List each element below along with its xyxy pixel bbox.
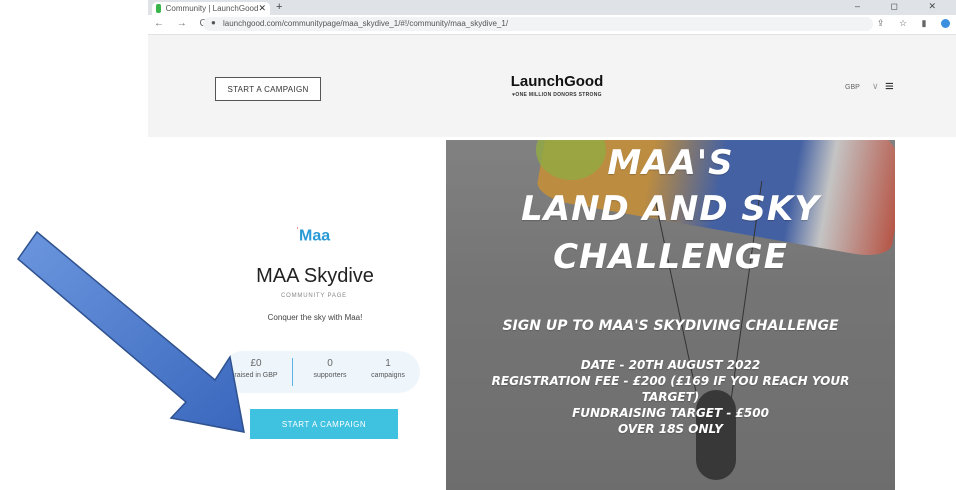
hero-line-1: MAA'S (607, 143, 734, 183)
browser-tab[interactable]: Community | LaunchGood ✕ (152, 2, 270, 15)
hero-fee-line-2: TARGET) (641, 390, 700, 404)
community-description: Conquer the sky with Maa! (267, 313, 363, 322)
stats-divider (292, 358, 293, 386)
profile-icon[interactable] (941, 19, 950, 29)
community-subtitle: COMMUNITY PAGE (281, 293, 347, 299)
tab-bar: Community | LaunchGood ✕ + – ◻ ✕ (148, 0, 956, 15)
stat-supporters-label: supporters (313, 372, 347, 379)
stat-supporters: 0 supporters (302, 358, 358, 379)
address-bar[interactable]: ● launchgood.com/communitypage/maa_skydi… (203, 17, 873, 31)
close-tab-icon[interactable]: ✕ (258, 3, 266, 14)
hero-line-2: LAND AND SKY (521, 189, 820, 229)
stat-supporters-value: 0 (327, 358, 333, 369)
stats-panel: £0 raised in GBP 0 supporters 1 campaign… (222, 351, 420, 393)
currency-selector[interactable]: GBP (845, 84, 860, 91)
hero-line-3: CHALLENGE (553, 237, 788, 277)
favicon-icon (156, 4, 161, 13)
window-controls[interactable]: – ◻ ✕ (855, 1, 950, 12)
browser-toolbar[interactable]: ⇪ ☆ ▮ (877, 18, 950, 29)
hero-target: FUNDRAISING TARGET - £500 (572, 406, 769, 420)
hero-date: DATE - 20TH AUGUST 2022 (580, 358, 761, 372)
chevron-down-icon[interactable]: ∨ (872, 81, 879, 92)
hero-banner-image: MAA'S LAND AND SKY CHALLENGE SIGN UP TO … (446, 140, 895, 490)
address-bar-row: ← → C ● launchgood.com/communitypage/maa… (148, 15, 956, 35)
tab-title: Community | LaunchGood (165, 4, 259, 13)
stat-campaigns-label: campaigns (371, 372, 405, 379)
site-logo[interactable]: LaunchGood ♥ONE MILLION DONORS STRONG (505, 73, 609, 98)
logo-tagline: ♥ONE MILLION DONORS STRONG (512, 92, 602, 98)
org-logo: ʾMaa (296, 226, 330, 245)
stat-raised: £0 raised in GBP (228, 358, 284, 379)
stat-campaigns-value: 1 (385, 358, 391, 369)
hero-fee-line-1: REGISTRATION FEE - £200 (£169 IF YOU REA… (491, 374, 850, 388)
site-header: START A CAMPAIGN LaunchGood ♥ONE MILLION… (148, 35, 956, 137)
hero-age: OVER 18S ONLY (618, 422, 723, 436)
community-title: MAA Skydive (256, 265, 374, 287)
stat-raised-label: raised in GBP (234, 372, 278, 379)
hero-signup: SIGN UP TO MAA'S SKYDIVING CHALLENGE (502, 318, 839, 334)
logo-text: LaunchGood (510, 73, 604, 90)
org-logo-text: Maa (299, 227, 331, 245)
stat-campaigns: 1 campaigns (360, 358, 416, 379)
stat-raised-value: £0 (250, 358, 262, 369)
hamburger-menu-icon[interactable]: ≡ (885, 78, 894, 95)
url-text[interactable]: launchgood.com/communitypage/maa_skydive… (223, 19, 508, 28)
start-campaign-button[interactable]: START A CAMPAIGN (250, 409, 398, 439)
lock-icon: ● (211, 18, 216, 27)
new-tab-button[interactable]: + (276, 1, 282, 13)
header-start-campaign-button[interactable]: START A CAMPAIGN (215, 77, 321, 101)
